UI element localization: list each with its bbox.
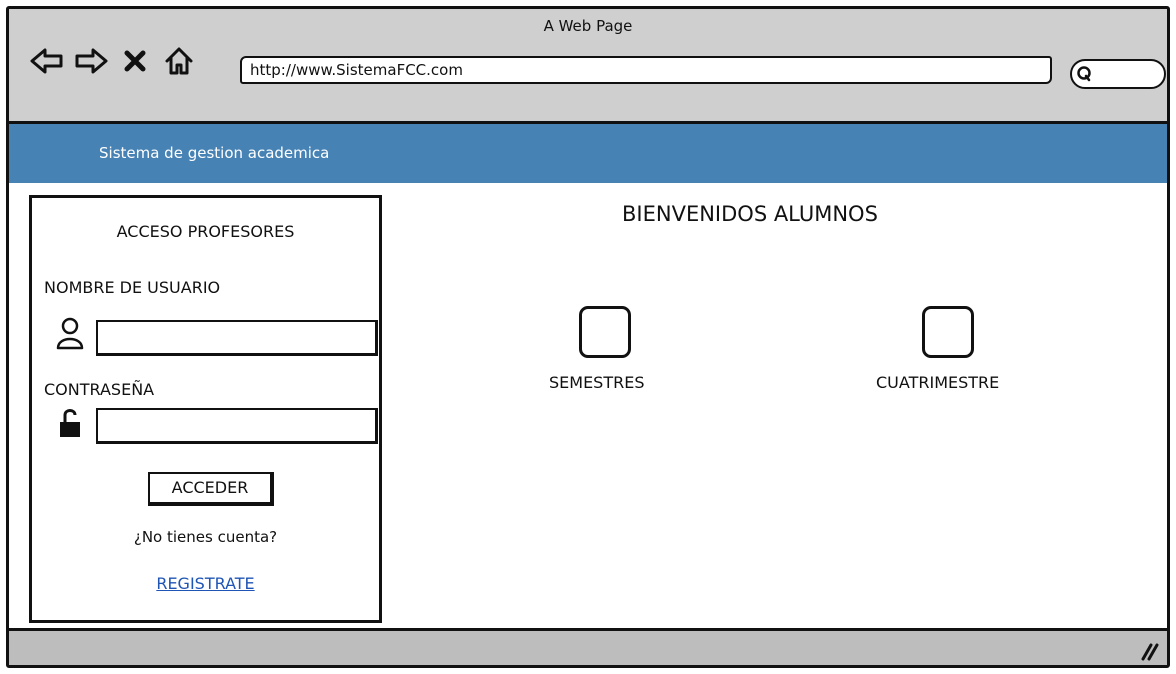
search-field[interactable]	[1070, 59, 1166, 89]
password-field[interactable]	[96, 408, 378, 444]
login-panel: ACCESO PROFESORES NOMBRE DE USUARIO CONT…	[29, 195, 382, 623]
user-icon	[54, 316, 86, 350]
forward-arrow-icon[interactable]	[73, 43, 109, 79]
login-button[interactable]: ACCEDER	[148, 472, 274, 506]
cuatrimestre-label: CUATRIMESTRE	[876, 373, 1000, 392]
search-icon	[1076, 65, 1094, 83]
semestres-label: SEMESTRES	[549, 373, 645, 392]
cuatrimestre-checkbox[interactable]	[922, 306, 974, 358]
semestres-checkbox[interactable]	[579, 306, 631, 358]
window-title: A Web Page	[543, 17, 633, 35]
app-title: Sistema de gestion academica	[99, 144, 330, 162]
close-icon[interactable]	[117, 43, 153, 79]
navigation-buttons	[29, 43, 197, 79]
resize-grip-icon[interactable]	[1137, 641, 1161, 661]
password-label: CONTRASEÑA	[44, 380, 155, 399]
welcome-heading: BIENVENIDOS ALUMNOS	[622, 202, 878, 226]
browser-window: A Web Page http://www.SistemaFCC.com Sis…	[6, 6, 1170, 668]
unlock-icon	[54, 406, 86, 440]
home-icon[interactable]	[161, 43, 197, 79]
username-label: NOMBRE DE USUARIO	[44, 278, 221, 297]
back-arrow-icon[interactable]	[29, 43, 65, 79]
no-account-text: ¿No tienes cuenta?	[133, 528, 278, 546]
login-title: ACCESO PROFESORES	[116, 222, 295, 241]
username-field[interactable]	[96, 320, 378, 356]
register-link[interactable]: REGISTRATE	[32, 574, 379, 593]
app-header: Sistema de gestion academica	[9, 124, 1167, 183]
status-bar	[9, 628, 1167, 665]
browser-toolbar: A Web Page http://www.SistemaFCC.com	[9, 9, 1167, 124]
address-bar[interactable]: http://www.SistemaFCC.com	[240, 56, 1052, 84]
